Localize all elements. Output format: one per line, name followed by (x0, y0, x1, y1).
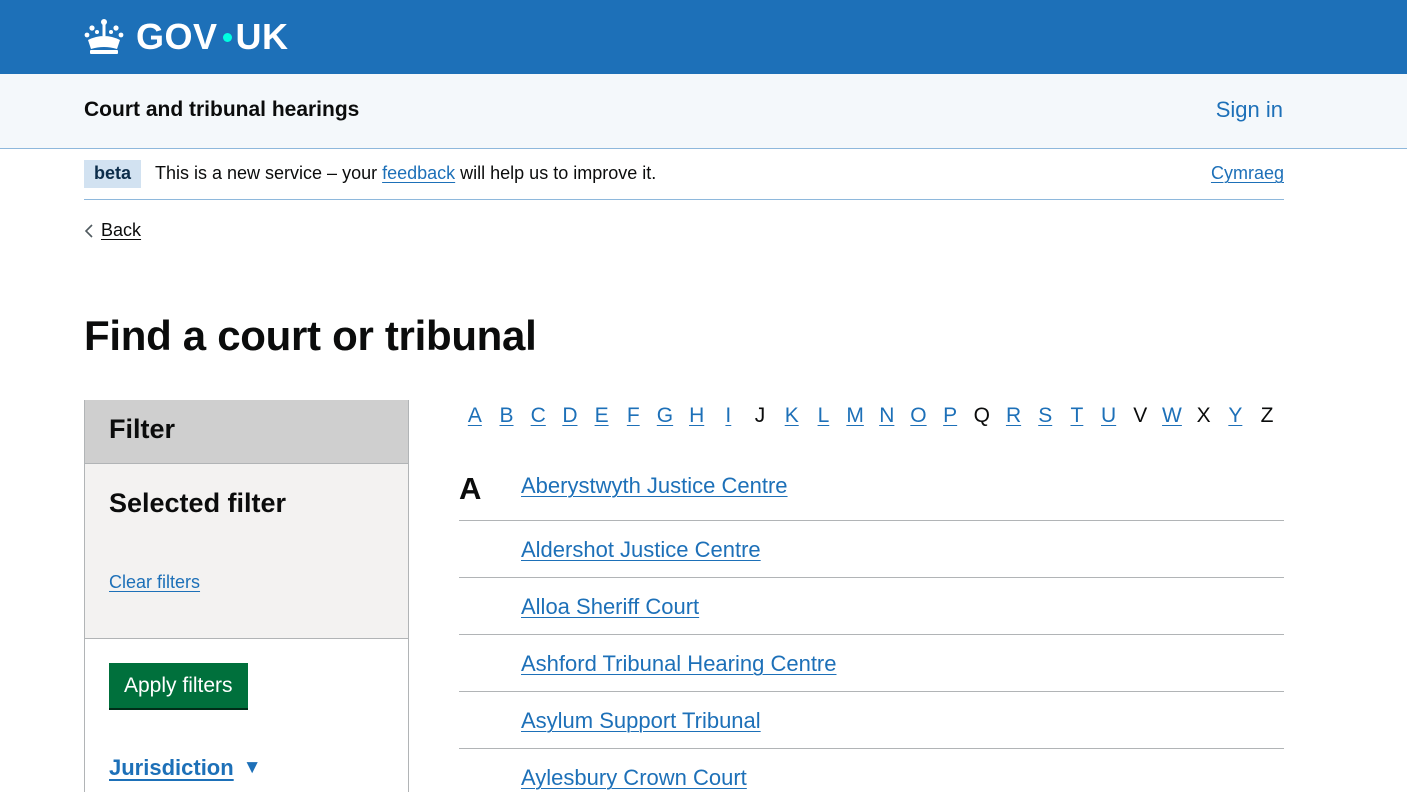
list-item: Ashford Tribunal Hearing Centre (459, 635, 1284, 692)
alphabet-letter-p[interactable]: P (934, 402, 966, 432)
service-name[interactable]: Court and tribunal hearings (84, 98, 359, 122)
govuk-wordmark: GOV UK (136, 16, 289, 58)
alphabet-letter-q: Q (973, 404, 991, 427)
alphabet-letter-b[interactable]: B (491, 402, 523, 432)
phase-text-after: will help us to improve it. (455, 163, 657, 183)
court-link[interactable]: Aldershot Justice Centre (521, 537, 761, 563)
page-title: Find a court or tribunal (84, 312, 537, 359)
alphabet-letter-v: V (1133, 404, 1148, 427)
alphabet-letter-t[interactable]: T (1061, 402, 1093, 432)
alphabet-letter-i[interactable]: I (713, 402, 745, 432)
court-link[interactable]: Aylesbury Crown Court (521, 765, 747, 791)
alphabet-letter-d[interactable]: D (554, 402, 586, 432)
list-item: Aldershot Justice Centre (459, 521, 1284, 578)
court-rows: Aberystwyth Justice Centre Aldershot Just… (459, 463, 1284, 792)
alphabet-letter-h[interactable]: H (681, 402, 713, 432)
jurisdiction-toggle[interactable]: Jurisdiction ▼ (109, 755, 262, 781)
welsh-language-link[interactable]: Cymraeg (1211, 163, 1284, 184)
beta-tag: beta (84, 160, 142, 188)
alphabet-letter-l[interactable]: L (808, 402, 840, 432)
back-link[interactable]: Back (84, 220, 141, 241)
phase-banner-text: This is a new service – your feedback wi… (155, 163, 656, 184)
wordmark-gov: GOV (136, 16, 218, 57)
court-link[interactable]: Ashford Tribunal Hearing Centre (521, 651, 837, 677)
alphabet-letter-a[interactable]: A (459, 402, 491, 432)
alphabet-letter-f[interactable]: F (617, 402, 649, 432)
wordmark-uk: UK (235, 16, 289, 57)
list-item: Asylum Support Tribunal (459, 692, 1284, 749)
alphabet-letter-c[interactable]: C (522, 402, 554, 432)
alphabet-letter-u[interactable]: U (1093, 402, 1125, 432)
phase-banner: beta This is a new service – your feedba… (84, 149, 1284, 200)
selected-filter-section: Selected filter Clear filters (85, 463, 408, 639)
alphabet-letter-z: Z (1260, 404, 1274, 427)
alphabet-letter-k[interactable]: K (776, 402, 808, 432)
court-link[interactable]: Asylum Support Tribunal (521, 708, 761, 734)
filter-options: Apply filters Jurisdiction ▼ (85, 639, 408, 792)
apply-filters-button[interactable]: Apply filters (109, 663, 248, 708)
alphabet-letter-o[interactable]: O (903, 402, 935, 432)
alphabet-letter-j: J (754, 404, 766, 427)
list-item: Aylesbury Crown Court (459, 749, 1284, 792)
alphabet-letter-m[interactable]: M (839, 402, 871, 432)
filter-panel: Filter Selected filter Clear filters App… (84, 400, 409, 792)
filter-heading: Filter (85, 400, 408, 463)
wordmark-dot (222, 32, 232, 42)
alphabet-navigation: ABCDEFGHIJKLMNOPQRSTUVWXYZ (459, 402, 1284, 432)
alphabet-letter-g[interactable]: G (649, 402, 681, 432)
alphabet-letter-s[interactable]: S (1029, 402, 1061, 432)
crown-icon (84, 19, 124, 54)
court-list: A Aberystwyth Justice Centre Aldershot Ju… (459, 463, 1284, 792)
court-link[interactable]: Aberystwyth Justice Centre (521, 473, 788, 499)
triangle-down-icon: ▼ (242, 757, 262, 778)
list-item: Alloa Sheriff Court (459, 578, 1284, 635)
sign-in-link[interactable]: Sign in (1216, 97, 1283, 123)
alphabet-letter-x: X (1196, 404, 1211, 427)
chevron-left-icon (84, 223, 93, 238)
govuk-header: GOV UK (0, 0, 1407, 74)
service-navigation: Court and tribunal hearings Sign in (0, 74, 1407, 149)
feedback-link[interactable]: feedback (382, 163, 455, 183)
list-item: Aberystwyth Justice Centre (459, 463, 1284, 521)
alphabet-letter-y[interactable]: Y (1220, 402, 1252, 432)
phase-text-before: This is a new service – your (155, 163, 383, 183)
govuk-logo-link[interactable]: GOV UK (84, 14, 289, 60)
court-link[interactable]: Alloa Sheriff Court (521, 594, 699, 620)
selected-filter-heading: Selected filter (109, 488, 287, 518)
alphabet-letter-r[interactable]: R (998, 402, 1030, 432)
alphabet-letter-n[interactable]: N (871, 402, 903, 432)
back-link-label: Back (101, 220, 142, 240)
clear-filters-link[interactable]: Clear filters (109, 572, 200, 593)
jurisdiction-label: Jurisdiction (109, 755, 234, 780)
alphabet-letter-e[interactable]: E (586, 402, 618, 432)
alphabet-letter-w[interactable]: W (1156, 402, 1188, 432)
